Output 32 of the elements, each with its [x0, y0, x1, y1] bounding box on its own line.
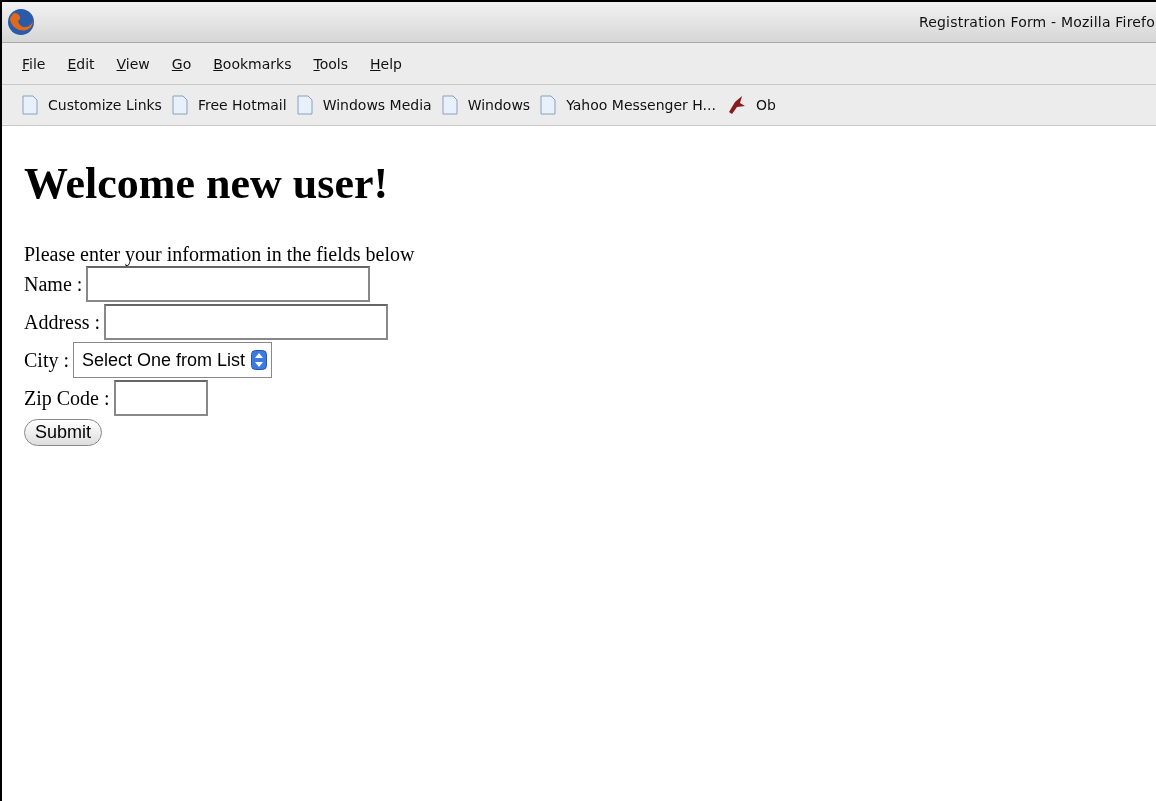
field-label: Address : [24, 310, 101, 334]
bookmark-link[interactable]: Ob [755, 97, 776, 113]
intro-text: Please enter your information in the fields below [24, 243, 416, 265]
page-icon [540, 95, 557, 115]
page-icon [22, 95, 38, 115]
menu-item[interactable]: Bookmarks [213, 55, 292, 72]
page-heading: Welcome new user! [24, 158, 390, 209]
bookmark-link[interactable]: Customize Links [48, 97, 162, 113]
spinner-icon [251, 350, 268, 370]
text-field[interactable] [104, 304, 389, 340]
city-select[interactable]: Select One from List [73, 342, 273, 378]
bookmark-link[interactable]: Windows Media [322, 97, 432, 113]
field-label: Zip Code : [24, 386, 110, 410]
menu-item[interactable]: File [22, 55, 46, 72]
field-label: Name : [24, 272, 83, 296]
firefox-logo [6, 7, 36, 37]
page-icon [441, 95, 458, 115]
bookmark-link[interactable]: Free Hotmail [197, 97, 287, 113]
bookmark-link[interactable]: Windows [467, 97, 531, 113]
window-title: Registration Form - Mozilla Firefo [918, 14, 1155, 30]
menu-item[interactable]: Tools [313, 55, 348, 72]
page-icon [296, 95, 313, 115]
submit-button[interactable]: Submit [24, 419, 103, 446]
menu-item[interactable]: Help [370, 55, 402, 72]
menu-item[interactable]: Edit [67, 55, 95, 72]
text-field[interactable] [113, 380, 208, 416]
menu-item[interactable]: Go [171, 55, 192, 72]
page-icon [171, 95, 188, 115]
menu-item[interactable]: View [116, 55, 150, 72]
text-field[interactable] [86, 266, 371, 302]
field-label: City : [24, 348, 69, 372]
bookmark-link[interactable]: Yahoo Messenger H... [566, 97, 716, 113]
